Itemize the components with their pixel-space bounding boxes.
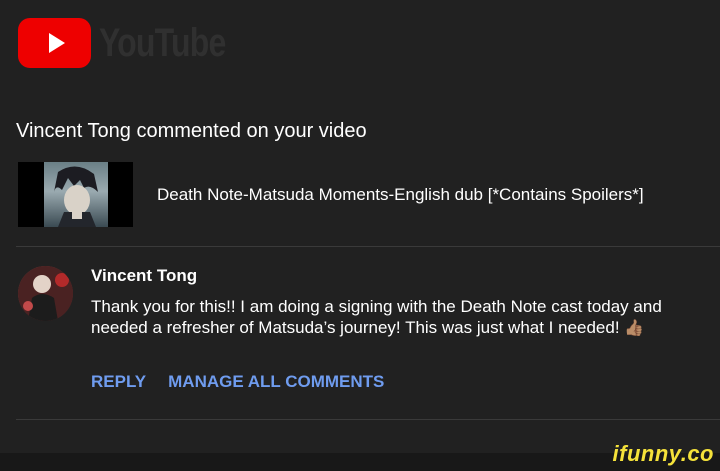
reply-button[interactable]: REPLY — [91, 372, 146, 392]
thumbnail-image — [44, 162, 108, 227]
ifunny-watermark: ifunny.co — [612, 441, 714, 466]
youtube-logo[interactable]: YouTube — [18, 18, 257, 68]
thumbs-up-icon: 👍🏽 — [624, 320, 645, 337]
comment-author[interactable]: Vincent Tong — [91, 266, 711, 286]
notification-headline: Vincent Tong commented on your video — [16, 120, 367, 142]
divider — [16, 246, 720, 247]
comment-block: Vincent Tong Thank you for this!! I am d… — [91, 266, 711, 339]
logo-wordmark: YouTube — [99, 20, 226, 65]
manage-comments-button[interactable]: MANAGE ALL COMMENTS — [168, 372, 384, 392]
video-row[interactable]: Death Note-Matsuda Moments-English dub [… — [18, 162, 644, 227]
comment-text: Thank you for this!! I am doing a signin… — [91, 297, 662, 337]
avatar[interactable] — [18, 266, 73, 321]
comment-body: Thank you for this!! I am doing a signin… — [91, 296, 711, 339]
play-icon — [18, 18, 91, 68]
video-thumbnail[interactable] — [18, 162, 133, 227]
video-title[interactable]: Death Note-Matsuda Moments-English dub [… — [157, 185, 644, 205]
comment-actions: REPLY MANAGE ALL COMMENTS — [91, 372, 384, 392]
divider — [16, 419, 720, 420]
